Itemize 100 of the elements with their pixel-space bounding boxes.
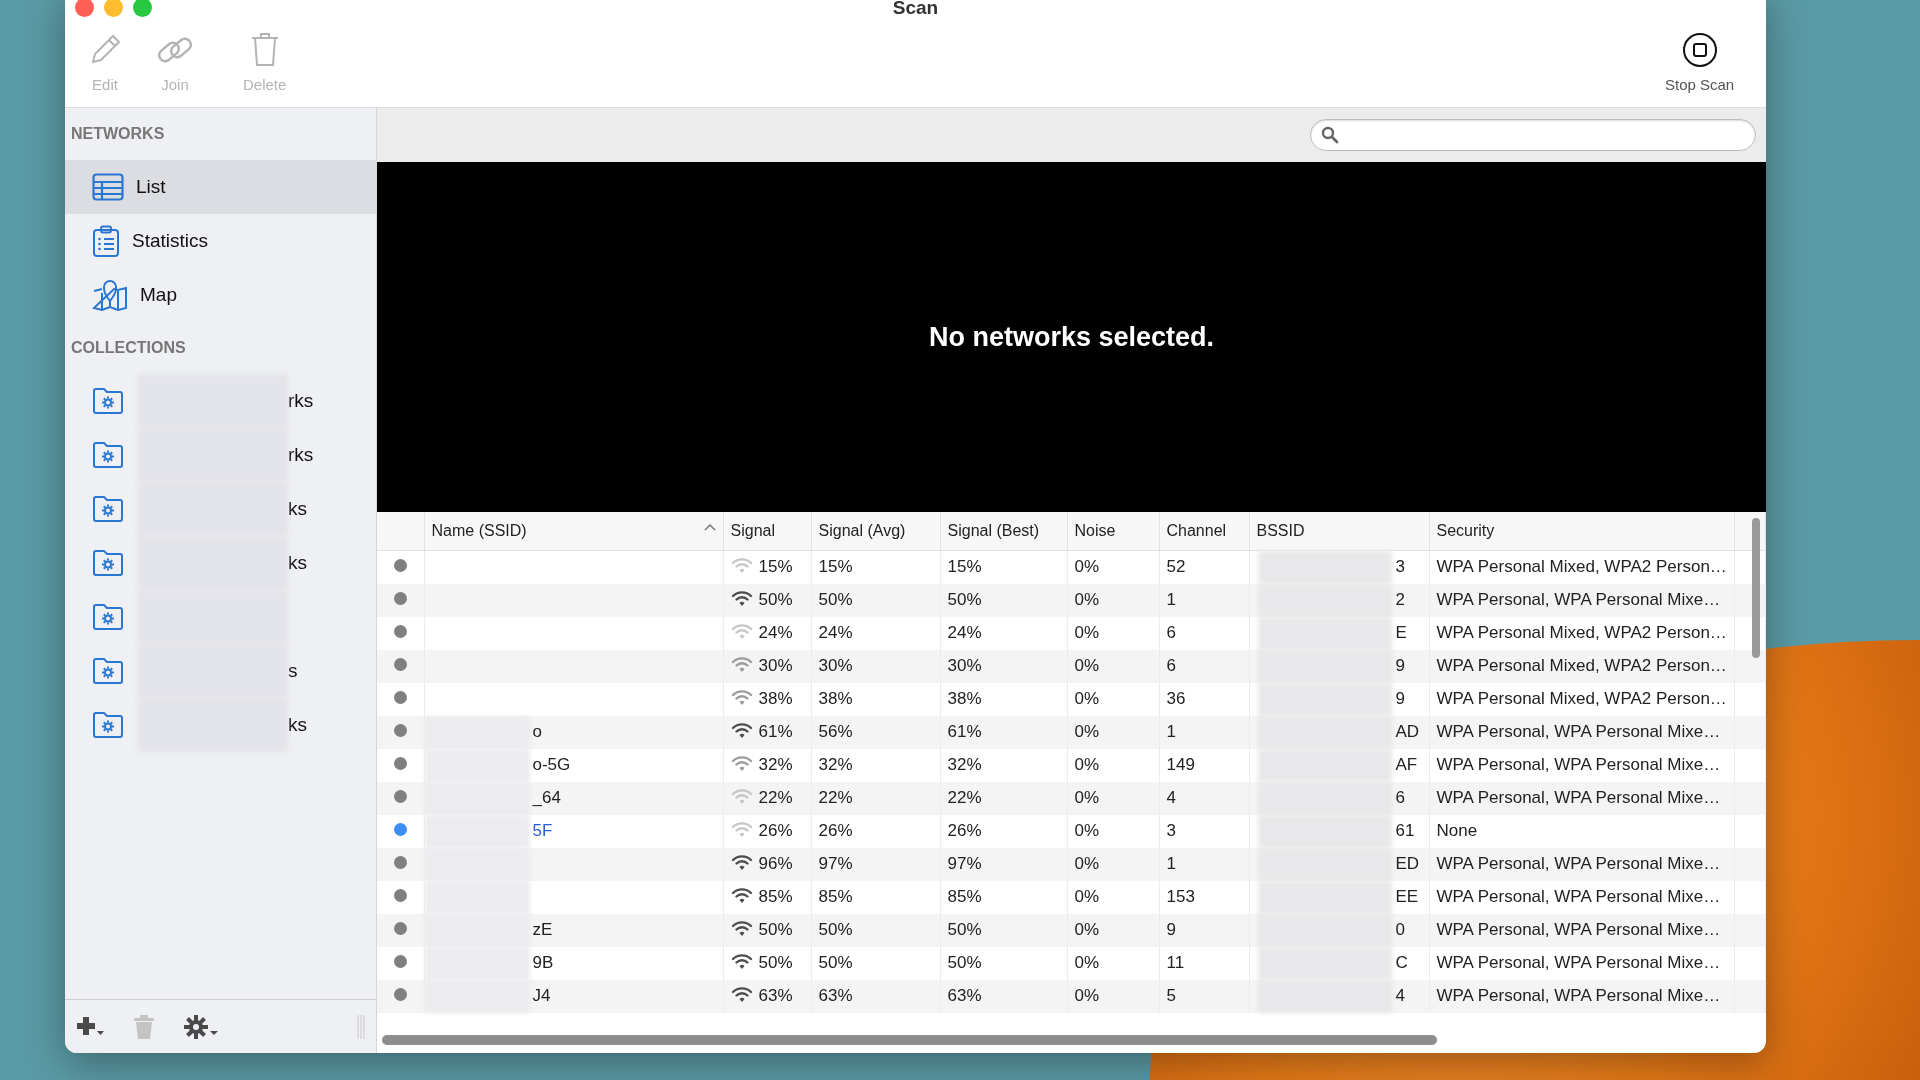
table-cell: WPA Personal Mixed, WPA2 Person… — [1429, 649, 1734, 683]
table-cell: WPA Personal, WPA Personal Mixe… — [1429, 583, 1734, 617]
column-header[interactable]: Signal (Avg) — [811, 512, 940, 550]
horizontal-scrollbar[interactable] — [382, 1035, 1437, 1045]
sidebar-item[interactable]: Statistics — [65, 214, 376, 268]
table-cell: 85% — [811, 880, 940, 914]
table-cell: 26% — [940, 814, 1067, 848]
table-row[interactable]: 30% 30% 30% 0% 6 9 WPA Personal Mixed, WPA2 Person… — [377, 649, 1765, 683]
network-name: zE — [532, 919, 553, 942]
folder-gear-icon — [92, 549, 124, 577]
table-cell-text: 9 — [1395, 655, 1405, 678]
search-icon — [1321, 126, 1339, 144]
table-row[interactable]: 15% 15% 15% 0% 52 3 WPA Personal Mixed, WPA2 Person… — [377, 550, 1765, 584]
table-cell: 15% — [940, 550, 1067, 584]
table-cell: 0% — [1067, 979, 1159, 1013]
table-cell: 3 — [1159, 814, 1249, 848]
table-cell: 50% — [811, 913, 940, 947]
table-cell: WPA Personal, WPA Personal Mixe… — [1429, 979, 1734, 1013]
table-row[interactable]: 9B 50% 50% 50% 0% 11 C WPA Personal, WPA Personal Mixe… — [377, 946, 1765, 980]
column-header[interactable]: BSSID — [1249, 512, 1429, 550]
window-control-button[interactable] — [75, 0, 94, 17]
sidebar-item[interactable]: List — [65, 160, 376, 214]
table-cell-text: 4 — [1395, 985, 1405, 1008]
table-cell: 0% — [1067, 715, 1159, 749]
table-cell-text: 6 — [1395, 787, 1405, 810]
column-header[interactable]: Security — [1429, 512, 1734, 550]
toolbar-button[interactable]: Stop Scan — [1665, 32, 1735, 97]
network-name: 9B — [532, 952, 554, 975]
sidebar-item[interactable]: rks — [65, 428, 376, 482]
sidebar-item[interactable]: ks — [65, 698, 376, 752]
network-name: o-5G — [532, 754, 571, 777]
table-cell: 24% — [940, 616, 1067, 650]
table-cell: 50% — [940, 913, 1067, 947]
column-header[interactable]: Name (SSID) — [424, 512, 723, 550]
table-cell-text: 2 — [1395, 589, 1405, 612]
table-cell: 5 — [1159, 979, 1249, 1013]
table-row[interactable]: 85% 85% 85% 0% 153 EE WPA Personal, WPA Personal Mixe… — [377, 880, 1765, 914]
window-control-button[interactable] — [133, 0, 152, 17]
table-cell: 50% — [811, 583, 940, 617]
table-cell: 97% — [811, 847, 940, 881]
sort-ascending-icon[interactable] — [703, 522, 716, 531]
table-cell: 149 — [1159, 748, 1249, 782]
folder-gear-icon — [92, 603, 124, 631]
table-row[interactable]: 5F 26% 26% 26% 0% 3 61 None — [377, 814, 1765, 848]
window-title: Scan — [892, 0, 939, 17]
table-cell-text: AD — [1395, 721, 1420, 744]
empty-message: No networks selected. — [928, 320, 1215, 354]
folder-gear-icon — [92, 387, 124, 415]
table-cell: 24% — [758, 623, 793, 643]
sidebar-item[interactable]: ks — [65, 482, 376, 536]
sidebar-item[interactable]: ks — [65, 536, 376, 590]
search-field[interactable] — [1310, 119, 1756, 151]
table-cell: WPA Personal, WPA Personal Mixe… — [1429, 913, 1734, 947]
table-cell: 61% — [758, 722, 793, 742]
table-cell: 50% — [940, 946, 1067, 980]
table-row[interactable]: J4 63% 63% 63% 0% 5 4 WPA Personal, WPA Personal Mixe… — [377, 979, 1765, 1013]
table-row[interactable]: 50% 50% 50% 0% 1 2 WPA Personal, WPA Personal Mixe… — [377, 583, 1765, 617]
folder-gear-icon — [92, 711, 124, 739]
table-row[interactable]: o 61% 56% 61% 0% 1 AD WPA Personal, WPA Personal Mixe… — [377, 715, 1765, 749]
table-cell: 50% — [758, 920, 793, 940]
table-row[interactable]: o-5G 32% 32% 32% 0% 149 AF WPA Personal, WPA Personal Mixe… — [377, 748, 1765, 782]
table-cell: 63% — [811, 979, 940, 1013]
table-row[interactable]: zE 50% 50% 50% 0% 9 0 WPA Personal, WPA Personal Mixe… — [377, 913, 1765, 947]
network-name: _64 — [532, 787, 561, 810]
column-header[interactable]: Signal (Best) — [940, 512, 1067, 550]
table-cell: 97% — [940, 847, 1067, 881]
column-header[interactable]: Noise — [1067, 512, 1159, 550]
table-cell: 63% — [940, 979, 1067, 1013]
clipboard-list-icon — [92, 225, 120, 257]
sidebar-item[interactable]: rks — [65, 374, 376, 428]
table-cell: 61% — [940, 715, 1067, 749]
column-header[interactable]: Signal — [723, 512, 811, 550]
table-row[interactable]: 38% 38% 38% 0% 36 9 WPA Personal Mixed, WPA2 Person… — [377, 682, 1765, 716]
sidebar-item[interactable]: Map — [65, 268, 376, 322]
column-header[interactable]: Channel — [1159, 512, 1249, 550]
network-name: J4 — [532, 985, 551, 1008]
table-cell: 1 — [1159, 847, 1249, 881]
table-cell-text: 9 — [1395, 688, 1405, 711]
gear-icon[interactable] — [183, 1013, 219, 1040]
table-cell: 0% — [1067, 781, 1159, 815]
table-row[interactable]: _64 22% 22% 22% 0% 4 6 WPA Personal, WPA Personal Mixe… — [377, 781, 1765, 815]
table-cell: 0% — [1067, 748, 1159, 782]
sidebar-item[interactable]: s — [65, 644, 376, 698]
table-cell: 50% — [758, 590, 793, 610]
window-control-button[interactable] — [104, 0, 123, 17]
table-cell: 50% — [811, 946, 940, 980]
table-cell-text: E — [1395, 622, 1407, 645]
trash-icon — [249, 32, 280, 68]
table-cell: 24% — [811, 616, 940, 650]
table-cell: 0% — [1067, 583, 1159, 617]
table-cell: WPA Personal Mixed, WPA2 Person… — [1429, 682, 1734, 716]
table-cell: WPA Personal, WPA Personal Mixe… — [1429, 847, 1734, 881]
table-cell-text: EE — [1395, 886, 1419, 909]
vertical-scrollbar[interactable] — [1752, 518, 1760, 658]
folder-gear-icon — [92, 441, 124, 469]
table-row[interactable]: 24% 24% 24% 0% 6 E WPA Personal Mixed, WPA2 Person… — [377, 616, 1765, 650]
table-cell: 30% — [758, 656, 793, 676]
table-row[interactable]: 96% 97% 97% 0% 1 ED WPA Personal, WPA Personal Mixe… — [377, 847, 1765, 881]
table-cell: 30% — [811, 649, 940, 683]
table-cell: WPA Personal, WPA Personal Mixe… — [1429, 748, 1734, 782]
